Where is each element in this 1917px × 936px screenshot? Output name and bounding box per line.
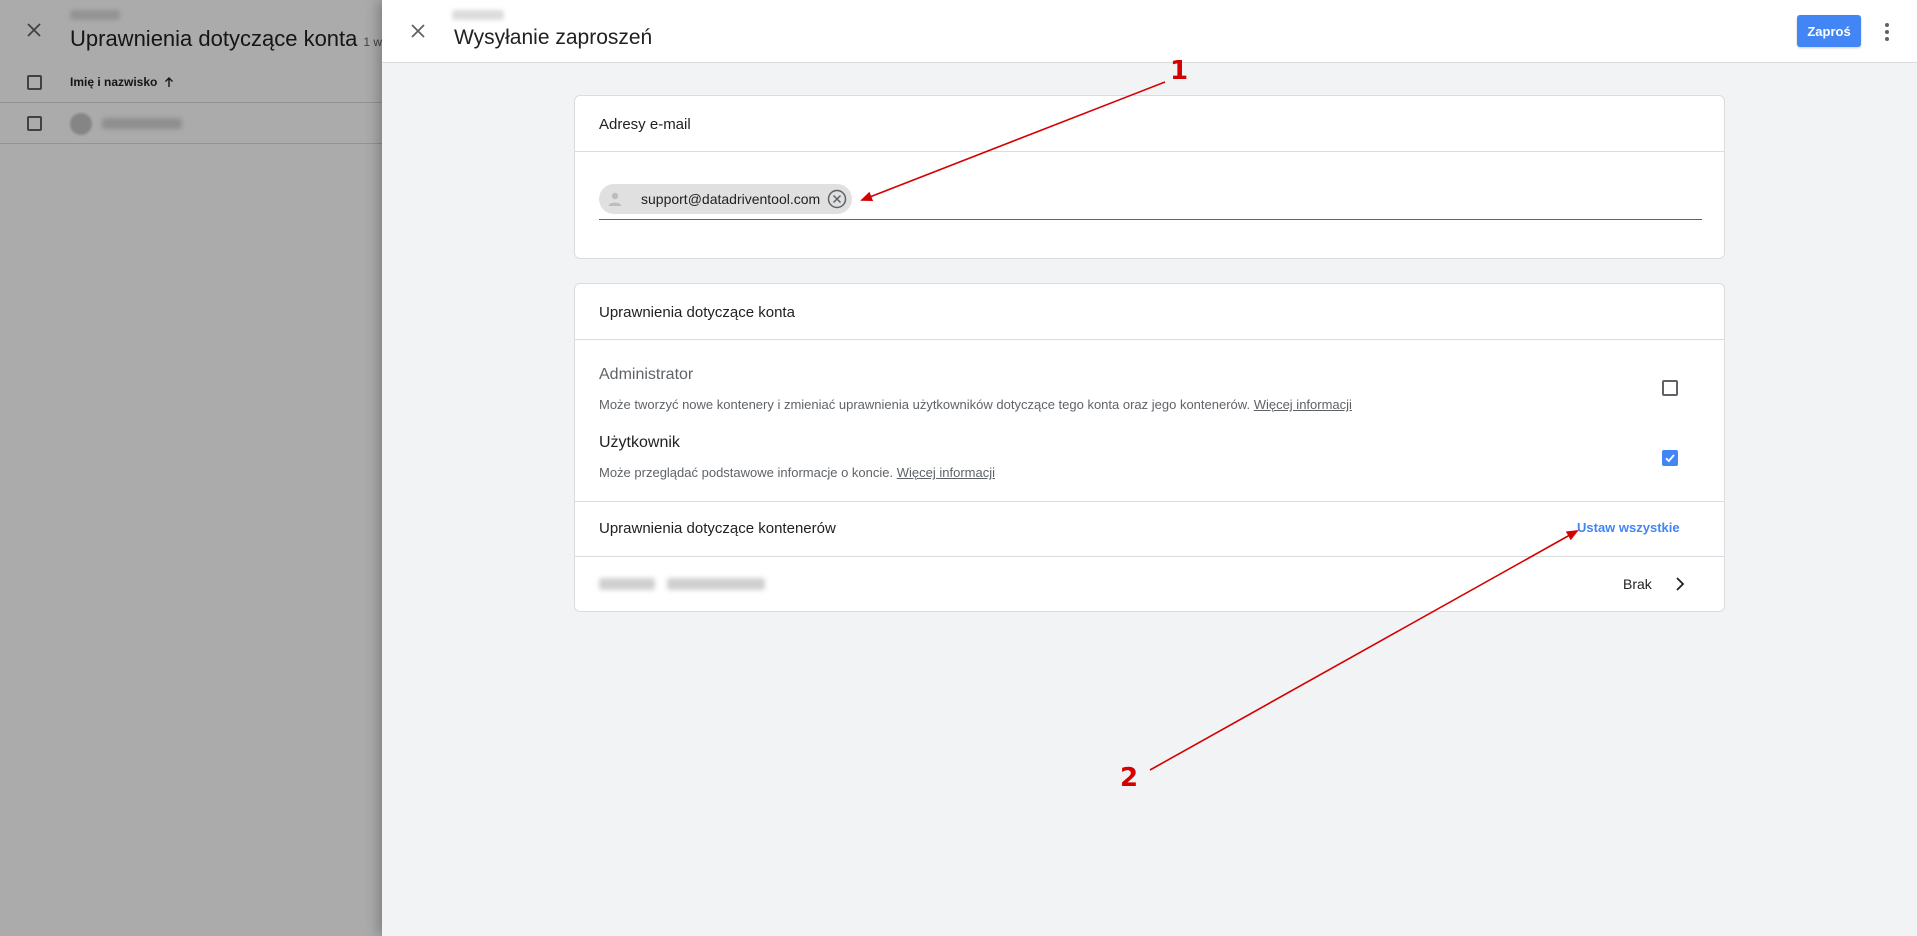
account-permissions-card: Uprawnienia dotyczące konta Administrato…	[574, 283, 1725, 612]
modal-scrim[interactable]	[0, 0, 382, 936]
role-user: Użytkownik Może przeglądać podstawowe in…	[599, 434, 1702, 480]
invite-button[interactable]: Zaproś	[1797, 15, 1861, 47]
blurred-container-id	[667, 578, 765, 590]
container-permissions-heading: Uprawnienia dotyczące kontenerów	[599, 520, 836, 537]
set-all-button[interactable]: Ustaw wszystkie	[1577, 520, 1680, 535]
role-description: Może tworzyć nowe kontenery i zmieniać u…	[599, 397, 1352, 412]
email-chip: support@datadriventool.com	[599, 184, 853, 214]
role-description: Może przeglądać podstawowe informacje o …	[599, 465, 995, 480]
email-input[interactable]: support@datadriventool.com	[599, 184, 1702, 220]
container-row[interactable]: Brak	[575, 557, 1724, 611]
annotation-number-2: 2	[1120, 763, 1139, 793]
annotation-number-1: 1	[1170, 56, 1189, 86]
account-permissions-heading: Uprawnienia dotyczące konta	[575, 284, 1724, 340]
blurred-container-name	[599, 578, 655, 590]
administrator-checkbox[interactable]	[1662, 380, 1678, 396]
divider	[575, 501, 1724, 502]
more-info-link[interactable]: Więcej informacji	[1254, 397, 1352, 412]
more-vert-icon[interactable]	[1877, 20, 1897, 44]
email-section-heading: Adresy e-mail	[575, 96, 1724, 152]
container-permission-value: Brak	[1623, 576, 1652, 592]
email-chip-label: support@datadriventool.com	[641, 191, 821, 207]
email-addresses-card: Adresy e-mail support@datadriventool.com	[574, 95, 1725, 259]
cancel-circle-icon[interactable]	[826, 188, 848, 210]
role-title: Użytkownik	[599, 434, 680, 451]
user-checkbox[interactable]	[1662, 450, 1678, 466]
person-icon	[603, 187, 627, 211]
check-icon	[1665, 454, 1675, 463]
role-administrator: Administrator Może tworzyć nowe kontener…	[599, 366, 1702, 412]
dialog-title: Wysyłanie zaproszeń	[454, 26, 653, 49]
close-icon[interactable]	[408, 21, 428, 41]
blurred-account-id	[452, 10, 504, 20]
chevron-right-icon	[1676, 577, 1685, 591]
more-info-link[interactable]: Więcej informacji	[897, 465, 995, 480]
role-title: Administrator	[599, 366, 694, 383]
dialog-header: Wysyłanie zaproszeń Zaproś	[382, 0, 1917, 63]
invite-dialog: Wysyłanie zaproszeń Zaproś Adresy e-mail…	[382, 0, 1917, 936]
